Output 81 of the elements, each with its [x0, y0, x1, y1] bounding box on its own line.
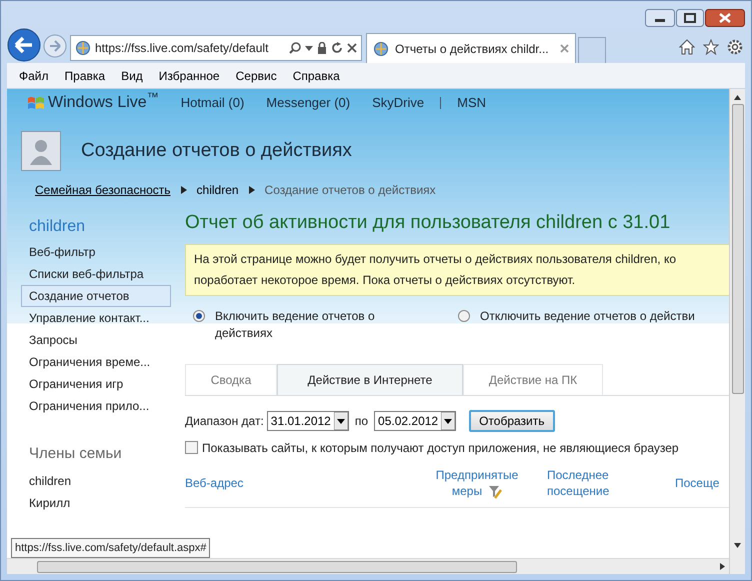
- field-label: Диапазон дат:: [185, 412, 264, 430]
- back-button[interactable]: [7, 28, 41, 62]
- filter-icon[interactable]: [488, 484, 502, 498]
- address-text: https://fss.live.com/safety/default: [95, 40, 268, 57]
- radio-label: Включить ведение отчетов о действиях: [215, 308, 376, 342]
- radio-button[interactable]: [193, 310, 205, 322]
- sidebar-item[interactable]: Ограничения игр: [21, 373, 171, 395]
- tab[interactable]: Действие в Интернете: [277, 364, 463, 394]
- date-dropdown[interactable]: 05.02.2012: [374, 410, 456, 430]
- nav-link[interactable]: Hotmail (0): [180, 93, 244, 113]
- browser-tab[interactable]: Отчеты о действиях childr...: [366, 33, 576, 63]
- nav-link[interactable]: Messenger (0): [266, 93, 350, 113]
- menu-item[interactable]: Файл: [13, 66, 55, 84]
- checkbox-label: Показывать сайты, к которым получают доступ приложения, не являющиеся браузер: [202, 440, 679, 456]
- dropdown-arrow-icon: [441, 412, 456, 430]
- tab[interactable]: Сводка: [185, 364, 277, 394]
- close-icon[interactable]: [347, 43, 357, 53]
- tab[interactable]: Действие на ПК: [463, 364, 603, 394]
- user-avatar-icon: [21, 131, 61, 171]
- home-icon[interactable]: [679, 39, 695, 55]
- column-header[interactable]: Посеще: [675, 474, 720, 498]
- show-button[interactable]: Отобразить: [469, 410, 555, 432]
- scroll-thumb[interactable]: [732, 104, 744, 394]
- sidebar-item[interactable]: Веб-фильтр: [21, 241, 171, 263]
- user-name: children: [28, 217, 86, 237]
- sidebar-item[interactable]: Ограничения време...: [21, 351, 171, 373]
- member-link[interactable]: children: [21, 470, 171, 492]
- breadcrumb-item: Создание отчетов о действиях: [264, 182, 436, 199]
- menu-item[interactable]: Правка: [58, 66, 112, 84]
- page-title: Создание отчетов о действиях: [81, 138, 352, 163]
- section-heading: Члены семьи: [28, 444, 123, 464]
- refresh-icon[interactable]: [331, 42, 343, 54]
- scroll-up-icon[interactable]: [734, 95, 741, 100]
- column-header[interactable]: Веб-адрес: [185, 474, 244, 498]
- report-heading: Отчет об активности для пользователя children с 31.01: [185, 211, 672, 235]
- settings-icon[interactable]: [727, 39, 743, 55]
- minimize-button[interactable]: [645, 9, 675, 27]
- checkbox[interactable]: [185, 441, 198, 454]
- sidebar-item[interactable]: Создание отчетов: [21, 285, 171, 307]
- vertical-scrollbar[interactable]: [729, 89, 745, 574]
- maximize-button[interactable]: [676, 9, 704, 27]
- address-bar[interactable]: https://fss.live.com/safety/default: [70, 35, 362, 61]
- sidebar-item[interactable]: Запросы: [21, 329, 171, 351]
- close-button[interactable]: [705, 9, 745, 27]
- sidebar-item[interactable]: Ограничения прило...: [21, 395, 171, 417]
- breadcrumb-link[interactable]: Семейная безопасность: [35, 181, 171, 199]
- member-link[interactable]: Кирилл: [21, 492, 171, 514]
- brand-name[interactable]: Windows Live$^{™}$: [48, 91, 159, 115]
- sidebar-item[interactable]: Управление контакт...: [21, 307, 171, 329]
- lock-icon: [317, 42, 327, 54]
- date-dropdown[interactable]: 31.01.2012: [266, 410, 349, 430]
- dropdown-icon[interactable]: [305, 46, 313, 50]
- scroll-thumb[interactable]: [37, 560, 517, 572]
- menu-item[interactable]: Сервис: [230, 66, 283, 84]
- arrow-icon: [248, 186, 255, 194]
- scroll-right-icon[interactable]: [720, 563, 725, 570]
- notice-text: На этой странице можно будет получить отчеты о действиях пользователя children, ко: [194, 250, 676, 268]
- dropdown-arrow-icon: [334, 412, 348, 430]
- star-icon[interactable]: [703, 39, 719, 55]
- tab-title: Отчеты о действиях childr...: [395, 40, 549, 58]
- field-label: по: [354, 412, 370, 430]
- globe-icon: [75, 40, 91, 56]
- horizontal-scrollbar[interactable]: [7, 558, 729, 574]
- windows-flag-icon: [27, 95, 45, 111]
- status-tooltip: https://fss.live.com/safety/default.aspx#: [11, 538, 210, 558]
- menu-item[interactable]: Избранное: [152, 66, 226, 84]
- nav-link[interactable]: MSN: [457, 93, 486, 113]
- radio-button[interactable]: [458, 310, 470, 322]
- globe-icon: [373, 40, 389, 56]
- menu-item[interactable]: Вид: [115, 66, 149, 84]
- search-icon[interactable]: [289, 42, 301, 54]
- arrow-icon: [180, 186, 187, 194]
- breadcrumb-item: children: [196, 182, 239, 199]
- notice-text: поработает некоторое время. Пока отчеты о действиях отсутствуют.: [194, 272, 576, 288]
- scroll-down-icon[interactable]: [734, 543, 741, 548]
- menu-item[interactable]: Справка: [286, 66, 346, 84]
- column-header[interactable]: Предпринятые меры: [425, 466, 529, 498]
- nav-link[interactable]: SkyDrive: [372, 93, 424, 113]
- sidebar-item[interactable]: Списки веб-фильтра: [21, 263, 171, 285]
- radio-label: Отключить ведение отчетов о действи: [480, 308, 695, 324]
- column-header[interactable]: Последнее посещение: [547, 466, 627, 498]
